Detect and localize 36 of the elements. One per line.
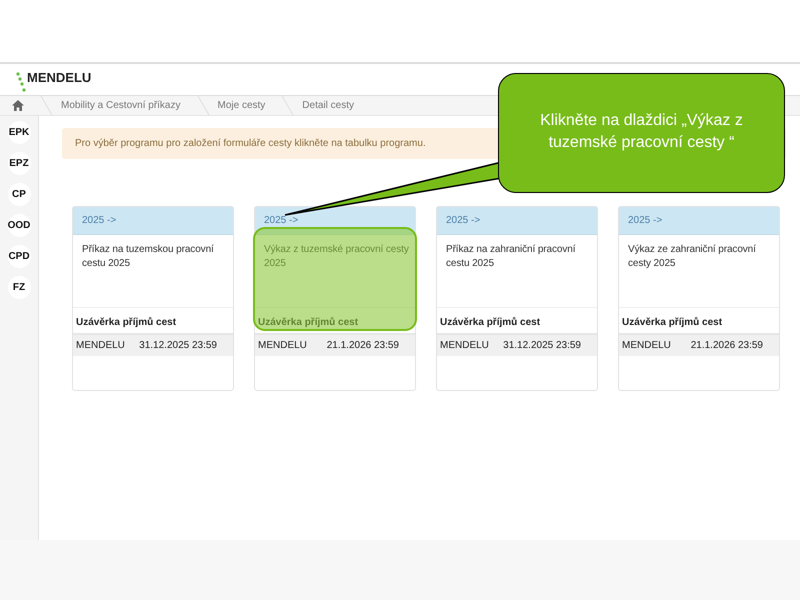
breadcrumb-link[interactable]: Detail cesty bbox=[302, 100, 354, 111]
card-section-title: Uzávěrka příjmů cest bbox=[257, 316, 360, 330]
sidebar-item[interactable]: FZ bbox=[8, 276, 30, 299]
breadcrumb-link[interactable]: Moje cesty bbox=[218, 100, 266, 111]
sidebar-item[interactable]: OOD bbox=[8, 214, 30, 237]
program-card[interactable]: 2025 -> Výkaz z tuzemské pracovní cesty 2025 Uzávěrka příjmů cest MENDELU 21.1.2026 23:59 bbox=[254, 206, 416, 391]
deadline-cell: 21.1.2026 23:59 bbox=[326, 340, 399, 351]
sidebar-item[interactable]: CP bbox=[8, 183, 30, 206]
card-header: 2025 -> bbox=[437, 207, 597, 235]
card-title: Příkaz na tuzemskou pracovní cestu 2025 bbox=[73, 235, 233, 308]
card-header: 2025 -> bbox=[619, 207, 779, 235]
deadline-cell: 31.12.2025 23:59 bbox=[503, 340, 581, 351]
organization-cell: MENDELU bbox=[258, 340, 307, 351]
logo-text: MENDELU bbox=[27, 70, 92, 85]
organization-cell: MENDELU bbox=[622, 340, 671, 351]
card-section-title: Uzávěrka příjmů cest bbox=[621, 316, 724, 330]
card-header: 2025 -> bbox=[73, 207, 233, 235]
card-section-title: Uzávěrka příjmů cest bbox=[75, 316, 178, 330]
sidebar-item[interactable]: CPD bbox=[8, 245, 30, 268]
sidebar-item[interactable]: EPZ bbox=[8, 152, 30, 175]
deadline-cell: 21.1.2026 23:59 bbox=[690, 340, 763, 351]
card-title: Příkaz na zahraniční pracovní cestu 2025 bbox=[437, 235, 597, 308]
breadcrumb-link[interactable]: Mobility a Cestovní příkazy bbox=[61, 100, 180, 111]
program-card[interactable]: 2025 -> Příkaz na tuzemskou pracovní cestu 2025 Uzávěrka příjmů cest MENDELU 31.12.2025 23:59 bbox=[72, 206, 234, 391]
card-section-title: Uzávěrka příjmů cest bbox=[439, 316, 542, 330]
organization-cell: MENDELU bbox=[76, 340, 125, 351]
card-title: Výkaz z tuzemské pracovní cesty 2025 bbox=[255, 235, 415, 308]
organization-cell: MENDELU bbox=[440, 340, 489, 351]
card-title: Výkaz ze zahraniční pracovní cesty 2025 bbox=[619, 235, 779, 308]
logo-dots-icon bbox=[16, 71, 26, 93]
sidebar-item[interactable]: EPK bbox=[8, 121, 30, 144]
program-card[interactable]: 2025 -> Příkaz na zahraniční pracovní cestu 2025 Uzávěrka příjmů cest MENDELU 31.12.2025 23:59 bbox=[436, 206, 598, 391]
callout-bubble: Klikněte na dlaždici „Výkaz z tuzemské pracovní cesty “ bbox=[498, 73, 785, 193]
deadline-cell: 31.12.2025 23:59 bbox=[139, 340, 217, 351]
card-header: 2025 -> bbox=[255, 207, 415, 235]
program-card[interactable]: 2025 -> Výkaz ze zahraniční pracovní cesty 2025 Uzávěrka příjmů cest MENDELU 21.1.2026 23:59 bbox=[618, 206, 780, 391]
